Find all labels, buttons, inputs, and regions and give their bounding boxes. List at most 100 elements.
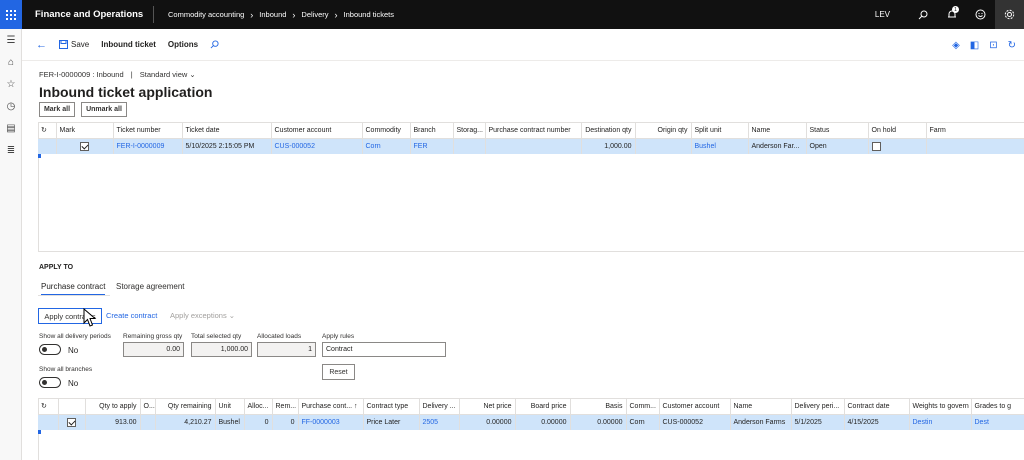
mark-checkbox[interactable] <box>80 141 89 151</box>
refresh-grid-icon[interactable]: ↻ <box>38 123 56 139</box>
column-header[interactable]: Storag... <box>452 123 485 139</box>
column-header[interactable]: Ticket date <box>181 123 271 139</box>
split-unit-cell[interactable]: Bushel <box>690 138 748 154</box>
breadcrumb: Commodity accounting › Inbound › Deliver… <box>153 6 394 23</box>
hamburger-menu-icon[interactable]: ☰ <box>0 29 22 51</box>
column-header[interactable]: O... <box>139 399 155 415</box>
column-header[interactable]: Delivery ... <box>418 399 459 415</box>
chevron-right-icon: › <box>334 9 338 20</box>
unmark-all-button[interactable]: Unmark all <box>81 102 127 117</box>
show-all-branches-toggle[interactable] <box>39 377 61 388</box>
column-header[interactable]: Destination qty <box>580 123 635 139</box>
column-header[interactable]: Contract type <box>362 399 419 415</box>
attachments-icon[interactable]: ⊡ <box>989 40 997 51</box>
search-icon[interactable] <box>908 0 937 29</box>
refresh-icon[interactable]: ↻ <box>1008 40 1016 51</box>
column-header[interactable]: On hold <box>867 123 926 139</box>
column-header[interactable]: Rem... <box>271 399 298 415</box>
column-header[interactable]: Mark <box>55 123 113 139</box>
apply-rules-label: Apply rules <box>322 333 355 340</box>
app-title[interactable]: Finance and Operations <box>35 9 153 20</box>
chevron-down-icon[interactable]: ⌄ <box>189 70 195 79</box>
purchase-contract-cell[interactable]: FF-0000003 <box>297 414 363 430</box>
apply-exceptions-button[interactable]: Apply exceptions ⌄ <box>170 311 235 320</box>
mark-all-button[interactable]: Mark all <box>39 102 75 117</box>
qty-to-apply-cell[interactable]: 913.00 <box>84 414 140 430</box>
reset-button[interactable]: Reset <box>322 364 355 380</box>
back-arrow-icon[interactable]: ← <box>36 39 47 51</box>
column-header[interactable]: Basis <box>569 399 626 415</box>
branch-cell[interactable]: FER <box>409 138 453 154</box>
notification-count-badge: 1 <box>952 6 959 13</box>
tab-storage-agreement[interactable]: Storage agreement <box>116 282 185 291</box>
column-header[interactable]: Status <box>805 123 868 139</box>
column-header[interactable]: Purchase contract number <box>484 123 581 139</box>
column-header[interactable]: Grades to g <box>970 399 1024 415</box>
column-header[interactable]: Name <box>747 123 806 139</box>
column-header[interactable]: Alloc... <box>243 399 272 415</box>
column-header[interactable]: Weights to govern <box>908 399 971 415</box>
column-header[interactable]: Purchase cont... ↑ <box>297 399 363 415</box>
select-all-header[interactable] <box>57 399 85 415</box>
table-row[interactable]: 913.00 4,210.27 Bushel 0 0 FF-0000003 Pr… <box>38 414 1024 430</box>
total-selected-qty-label: Total selected qty <box>191 333 242 340</box>
commodity-cell[interactable]: Corn <box>361 138 410 154</box>
breadcrumb-item[interactable]: Inbound tickets <box>344 10 394 19</box>
customer-account-cell[interactable]: CUS-000052 <box>270 138 362 154</box>
breadcrumb-item[interactable]: Inbound <box>259 10 286 19</box>
column-header[interactable]: Commodity <box>361 123 410 139</box>
breadcrumb-item[interactable]: Delivery <box>301 10 328 19</box>
bell-icon[interactable]: 1 <box>937 0 966 29</box>
company-picker[interactable]: LEV <box>875 10 890 19</box>
contract-type-cell: Price Later <box>362 414 419 430</box>
column-header[interactable]: Qty to apply <box>84 399 140 415</box>
gear-icon[interactable] <box>995 0 1024 29</box>
column-header[interactable]: Name <box>729 399 791 415</box>
refresh-grid-icon[interactable]: ↻ <box>38 399 58 415</box>
column-header[interactable]: Comm... <box>625 399 659 415</box>
clock-icon[interactable]: ◷ <box>0 95 22 117</box>
save-button[interactable]: Save <box>59 40 89 49</box>
modules-list-icon[interactable]: ≣ <box>0 139 22 161</box>
column-header[interactable]: Branch <box>409 123 453 139</box>
home-icon[interactable]: ⌂ <box>0 51 22 73</box>
allocated-loads-field: 1 <box>257 342 316 357</box>
tab-purchase-contract[interactable]: Purchase contract <box>41 282 106 296</box>
column-header[interactable]: Delivery peri... <box>790 399 844 415</box>
view-selector[interactable]: Standard view <box>140 70 188 79</box>
column-header[interactable]: Farm <box>925 123 1024 139</box>
inbound-ticket-tab[interactable]: Inbound ticket <box>101 40 156 49</box>
board-price-cell: 0.00000 <box>514 414 570 430</box>
weights-to-govern-cell[interactable]: Destin <box>908 414 971 430</box>
power-apps-icon[interactable]: ◈ <box>952 40 960 51</box>
on-hold-checkbox[interactable] <box>871 141 881 151</box>
action-search-icon[interactable] <box>210 40 219 49</box>
column-header[interactable]: Customer account <box>270 123 362 139</box>
show-all-delivery-periods-toggle[interactable] <box>39 344 61 355</box>
row-select-checkbox[interactable] <box>67 417 76 427</box>
column-header[interactable]: Ticket number <box>112 123 182 139</box>
column-header[interactable]: Net price <box>458 399 515 415</box>
storage-cell <box>452 138 485 154</box>
chevron-right-icon: › <box>292 9 296 20</box>
ticket-number-cell[interactable]: FER-I-0000009 <box>112 138 182 154</box>
office-icon[interactable]: ◧ <box>970 40 979 51</box>
create-contract-button[interactable]: Create contract <box>106 311 157 320</box>
column-header[interactable]: Origin qty <box>634 123 691 139</box>
delivery-cell[interactable]: 2505 <box>418 414 459 430</box>
apply-rules-field[interactable]: Contract <box>322 342 446 357</box>
column-header[interactable]: Board price <box>514 399 570 415</box>
grades-to-govern-cell[interactable]: Dest <box>970 414 1024 430</box>
column-header[interactable]: Qty remaining <box>154 399 215 415</box>
column-header[interactable]: Split unit <box>690 123 748 139</box>
smiley-icon[interactable] <box>966 0 995 29</box>
options-tab[interactable]: Options <box>168 40 198 49</box>
column-header[interactable]: Customer account <box>658 399 730 415</box>
app-launcher-button[interactable] <box>0 0 22 29</box>
breadcrumb-item[interactable]: Commodity accounting <box>168 10 244 19</box>
column-header[interactable]: Contract date <box>843 399 909 415</box>
table-row[interactable]: FER-I-0000009 5/10/2025 2:15:05 PM CUS-0… <box>38 138 1024 154</box>
star-icon[interactable]: ☆ <box>0 73 22 95</box>
column-header[interactable]: Unit <box>214 399 244 415</box>
workspaces-icon[interactable]: ▤ <box>0 117 22 139</box>
